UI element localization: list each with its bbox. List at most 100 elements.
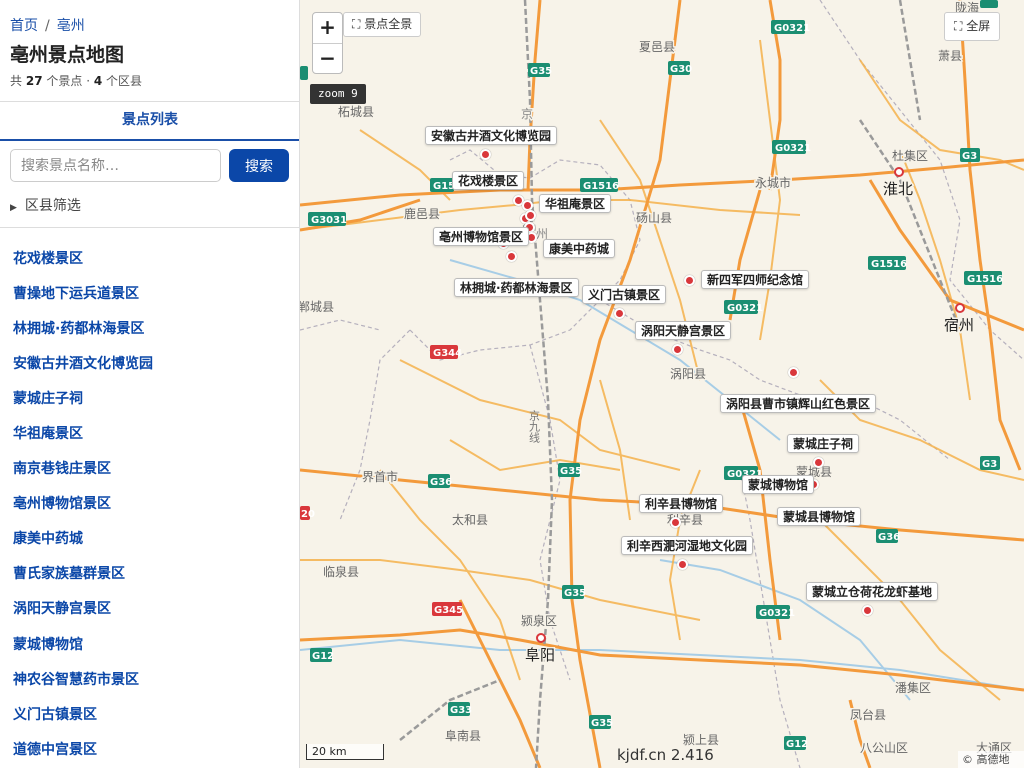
- search-button[interactable]: 搜索: [229, 149, 289, 182]
- road-shield: G1516: [871, 259, 907, 270]
- spot-link[interactable]: 南京巷钱庄景区: [13, 458, 111, 478]
- list-item: 曹操地下运兵道景区: [0, 275, 299, 310]
- scale-bar: 20 km: [306, 744, 384, 760]
- tab-spot-list[interactable]: 景点列表: [0, 102, 299, 139]
- zoom-out-button[interactable]: −: [313, 43, 342, 73]
- list-item: 神农谷智慧药市景区: [0, 661, 299, 696]
- map-marker[interactable]: [521, 199, 533, 211]
- road-shield: G1516: [583, 181, 619, 192]
- zoom-in-button[interactable]: +: [313, 13, 342, 43]
- marker-tooltip[interactable]: 蒙城立仓荷花龙虾基地: [806, 582, 939, 601]
- list-item: 蒙城博物馆: [0, 626, 299, 661]
- road-shield: G0321: [727, 303, 763, 314]
- marker-tooltip[interactable]: 蒙城博物馆: [742, 475, 815, 494]
- map-marker[interactable]: [479, 148, 491, 160]
- spot-link[interactable]: 花戏楼景区: [13, 248, 83, 268]
- marker-tooltip[interactable]: 涡阳县曹市镇辉山红色景区: [720, 394, 877, 413]
- breadcrumb-current-link[interactable]: 亳州: [57, 18, 85, 34]
- breadcrumb-separator: /: [45, 18, 50, 34]
- road-shield: G35: [564, 588, 586, 599]
- map-marker[interactable]: [669, 516, 681, 528]
- marker-tooltip[interactable]: 华祖庵景区: [539, 194, 612, 213]
- list-item: 华祖庵景区: [0, 415, 299, 450]
- fullscreen-icon: ⛶: [954, 19, 963, 33]
- spot-link[interactable]: 神农谷智慧药市景区: [13, 669, 139, 689]
- summary-text: 共 27 个景点 · 4 个区县: [10, 72, 142, 89]
- marker-tooltip[interactable]: 新四军四师纪念馆: [701, 270, 810, 289]
- marker-tooltip[interactable]: 安徽古井酒文化博览园: [425, 126, 558, 145]
- map-marker[interactable]: [683, 274, 695, 286]
- place-label: 柘城县: [338, 105, 374, 119]
- road-shield: G36: [878, 532, 900, 543]
- marker-tooltip[interactable]: 蒙城庄子祠: [787, 434, 860, 453]
- marker-tooltip[interactable]: 亳州博物馆景区: [433, 227, 530, 246]
- place-label: 潘集区: [895, 680, 931, 695]
- map-label-fragment: 京: [521, 107, 533, 121]
- spot-link[interactable]: 安徽古井酒文化博览园: [13, 353, 153, 373]
- search-input[interactable]: [10, 149, 221, 182]
- marker-tooltip[interactable]: 利辛西淝河湿地文化园: [621, 536, 754, 555]
- marker-tooltip[interactable]: 义门古镇景区: [582, 285, 667, 304]
- place-label: 太和县: [452, 512, 488, 527]
- spot-list: 花戏楼景区 曹操地下运兵道景区 林拥城·药都林海景区 安徽古井酒文化博览园 蒙城…: [0, 240, 299, 766]
- marker-tooltip[interactable]: 林拥城·药都林海景区: [454, 278, 579, 297]
- overview-label: 景点全景: [364, 17, 413, 31]
- spot-link[interactable]: 蒙城博物馆: [13, 634, 83, 654]
- marker-tooltip[interactable]: 利辛县博物馆: [639, 494, 724, 513]
- road-shield: G33: [450, 705, 472, 716]
- map-marker[interactable]: [671, 343, 683, 355]
- overview-button[interactable]: ⛶ 景点全景: [343, 12, 422, 37]
- map-marker[interactable]: [505, 250, 517, 262]
- site-label: kjdf.cn 2.416: [617, 746, 714, 764]
- place-label: 夏邑县: [639, 40, 675, 54]
- page-title: 亳州景点地图: [10, 44, 125, 66]
- marker-tooltip[interactable]: 蒙城县博物馆: [777, 507, 862, 526]
- spot-link[interactable]: 曹操地下运兵道景区: [13, 283, 139, 303]
- map-attribution[interactable]: © 高德地图: [958, 751, 1024, 768]
- spot-link[interactable]: 华祖庵景区: [13, 423, 83, 443]
- marker-tooltip[interactable]: 康美中药城: [543, 239, 616, 258]
- place-label: 涡阳县: [670, 367, 706, 381]
- road-shield: G3: [982, 459, 997, 470]
- spot-link[interactable]: 亳州博物馆景区: [13, 493, 111, 513]
- list-item: 涡阳天静宫景区: [0, 591, 299, 626]
- map-marker[interactable]: [524, 209, 536, 221]
- road-shield: G344: [433, 348, 462, 359]
- place-label: 阜南县: [445, 728, 481, 743]
- place-label: 萧县: [938, 49, 962, 63]
- map-marker[interactable]: [787, 366, 799, 378]
- city-label: 宿州: [944, 316, 974, 334]
- road-shield: G3031: [311, 215, 347, 226]
- list-item: 林拥城·药都林海景区: [0, 310, 299, 345]
- marker-tooltip[interactable]: 涡阳天静宫景区: [635, 321, 732, 340]
- expand-icon: ⛶: [352, 17, 361, 31]
- place-label: 颍上县: [683, 733, 719, 747]
- map-marker[interactable]: [613, 307, 625, 319]
- district-filter-label: 区县筛选: [24, 198, 81, 214]
- map-canvas[interactable]: G0321 G35 G30 G15 G1516 G3031 G344 G36 G…: [300, 0, 1024, 768]
- city-label: 阜阳: [525, 646, 555, 664]
- map-marker[interactable]: [812, 456, 824, 468]
- map-marker[interactable]: [676, 558, 688, 570]
- map-marker[interactable]: [861, 604, 873, 616]
- district-filter-toggle[interactable]: ▶ 区县筛选: [10, 195, 81, 215]
- place-label: 永城市: [755, 175, 791, 190]
- list-item: 蒙城庄子祠: [0, 380, 299, 415]
- fullscreen-button[interactable]: ⛶ 全屏: [944, 12, 1001, 41]
- breadcrumb-home-link[interactable]: 首页: [10, 18, 38, 34]
- zoom-level-indicator: zoom 9: [310, 84, 366, 104]
- spot-link[interactable]: 曹氏家族墓群景区: [13, 563, 125, 583]
- spot-link[interactable]: 康美中药城: [13, 528, 83, 548]
- spot-link[interactable]: 林拥城·药都林海景区: [13, 318, 144, 338]
- road-shield: G35: [530, 66, 552, 77]
- road-shield: G0321: [759, 608, 795, 619]
- spot-link[interactable]: 义门古镇景区: [13, 704, 97, 724]
- marker-tooltip[interactable]: 花戏楼景区: [452, 171, 525, 190]
- road-shield-partial: 20: [301, 509, 315, 520]
- spot-link[interactable]: 道德中宫景区: [13, 739, 97, 759]
- spot-link[interactable]: 蒙城庄子祠: [13, 388, 83, 408]
- place-label: 界首市: [362, 469, 398, 484]
- road-shield: G0321: [775, 143, 811, 154]
- spot-link[interactable]: 涡阳天静宫景区: [13, 598, 111, 618]
- road-shield: G345: [434, 605, 463, 616]
